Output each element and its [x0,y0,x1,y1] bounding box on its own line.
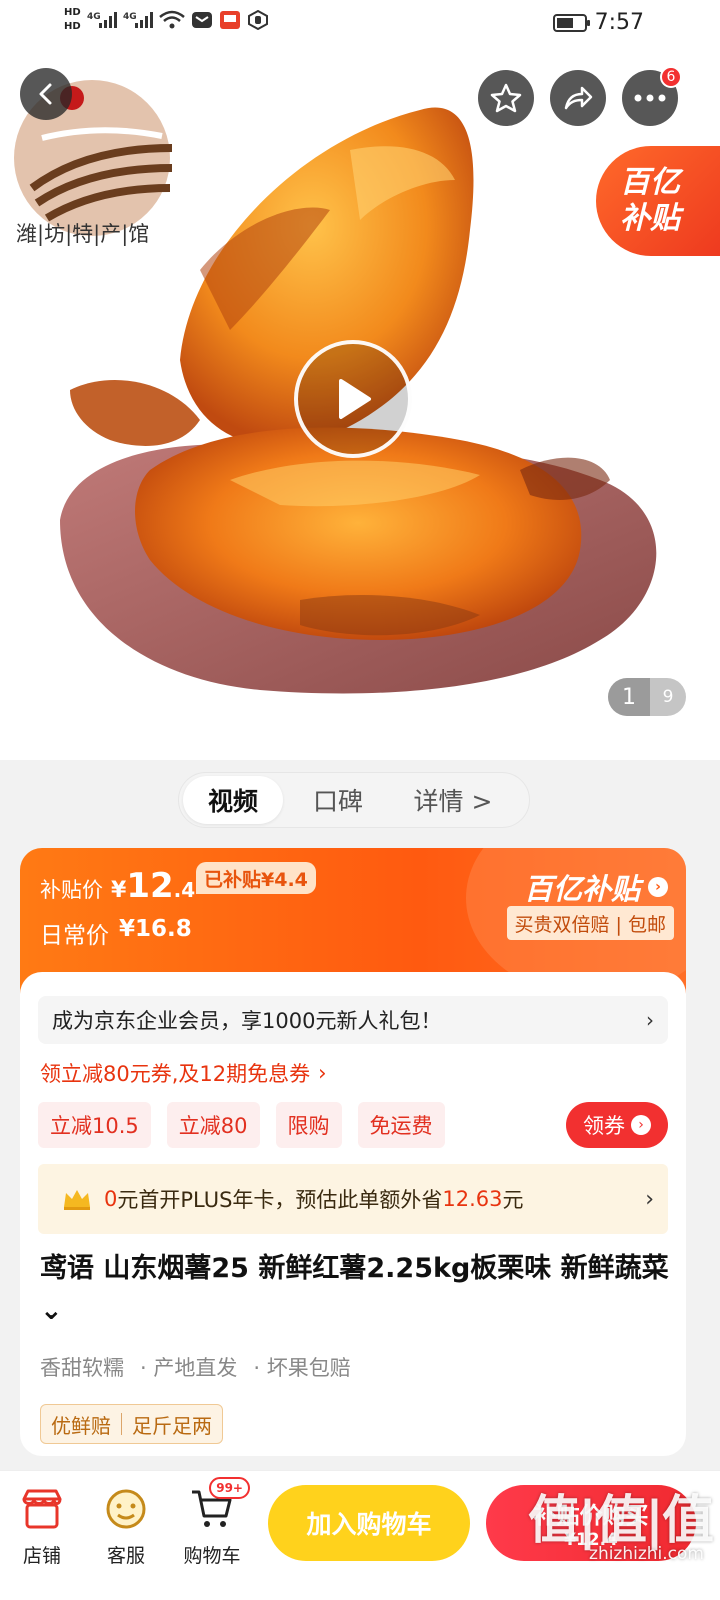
video-play-button[interactable] [294,340,412,458]
hd-label-2: HD [64,21,81,32]
regular-price-label: 日常价 [40,923,109,949]
promo-tag: 限购 [275,1102,342,1148]
shop-button[interactable]: 店铺 [6,1485,78,1568]
chevron-right-icon: › [631,1115,651,1135]
product-features: 香甜软糯 · 产地直发 · 坏果包赔 [40,1352,351,1382]
store-icon [18,1485,66,1533]
plus-prefix: 0 [104,1187,118,1211]
chevron-right-icon: › [645,1186,654,1212]
star-icon [490,83,522,113]
regular-price-value: ¥16.8 [119,916,192,942]
subsidy-tag-line1: 百亿 [620,165,680,200]
subsidy-price-label: 补贴价 [40,878,103,902]
image-counter: 1 9 [608,678,686,716]
tab-reviews[interactable]: 口碑 [283,776,393,824]
cart-label: 购物车 [183,1545,241,1567]
regular-price: 日常价 ¥16.8 [40,916,192,950]
status-bar-left: HD HD 4G 4G [64,6,269,34]
service-label: 客服 [106,1545,145,1567]
network-label-1: 4G [87,12,101,22]
share-button[interactable] [550,70,606,126]
product-gallery[interactable]: HD HD 4G 4G 7:57 潍|坊|特|产|馆 6 百亿 补贴 1 9 [0,0,720,760]
share-arrow-icon [564,86,593,110]
watermark: 值|值|值 [528,1491,714,1551]
add-to-cart-button[interactable]: 加入购物车 [268,1485,470,1561]
currency-symbol: ¥ [111,878,127,903]
promo-tag: 立减80 [166,1102,260,1148]
hd-indicator: HD HD [64,6,81,34]
chevron-left-icon [39,83,52,105]
more-dots-icon [634,94,666,102]
tab-video[interactable]: 视频 [183,776,283,824]
app-notification-icon [247,9,269,31]
shopping-cart-icon: 99+ [188,1477,250,1533]
customer-service-button[interactable]: 客服 [90,1485,162,1568]
chevron-right-icon: › [648,877,668,897]
promo-tag: 立减10.5 [38,1102,151,1148]
plus-membership-banner[interactable]: 0 元首开PLUS年卡，预估此单额外省 12.63 元 › [38,1164,668,1234]
product-info-card: 成为京东企业会员，享1000元新人礼包！ › 领立减80元券,及12期免息券 ›… [20,972,686,1456]
member-banner-text: 成为京东企业会员，享1000元新人礼包！ [52,1009,442,1033]
coupon-link[interactable]: 领立减80元券,及12期免息券 › [40,1058,327,1088]
taobao-notification-icon [219,9,241,31]
assurance-fresh: 优鲜赔 [51,1413,111,1438]
cart-button[interactable]: 99+ 购物车 [176,1477,250,1568]
store-logo-text: 潍|坊|特|产|馆 [16,222,150,246]
back-button[interactable] [20,68,72,120]
image-counter-total: 9 [662,687,674,707]
more-badge: 6 [660,66,682,88]
feature-item: · 产地直发 [140,1356,238,1380]
image-counter-current: 1 [608,678,650,716]
assurance-badge[interactable]: 优鲜赔 足斤足两 [40,1404,223,1444]
network-label-2: 4G [123,12,137,22]
subsidized-amount-badge: 已补贴¥4.4 [196,862,316,894]
subsidy-price: 补贴价 ¥ 12 .4 [40,866,195,906]
chevron-right-icon: › [318,1061,327,1085]
more-button[interactable]: 6 [622,66,682,126]
chevron-right-icon: › [646,1008,654,1032]
shop-label: 店铺 [22,1545,61,1567]
price-integer: 12 [126,866,174,906]
assurance-weight: 足斤足两 [132,1413,212,1438]
content-tabs: 视频 口碑 详情 > [178,772,530,828]
plus-amount: 12.63 [442,1187,503,1211]
enterprise-member-banner[interactable]: 成为京东企业会员，享1000元新人礼包！ › [38,996,668,1044]
promo-tag: 免运费 [357,1102,445,1148]
coupon-link-text: 领立减80元券,及12期免息券 [40,1062,311,1086]
watermark-url: zhizhizhi.com [589,1544,704,1564]
clock: 7:57 [594,10,644,35]
subsidy-brand-label: 百亿补贴 [523,872,640,906]
price-decimal: .4 [173,878,196,902]
status-bar: HD HD 4G 4G 7:57 [0,0,720,50]
play-icon [339,379,371,419]
favorite-button[interactable] [478,70,534,126]
get-coupon-button[interactable]: 领券 › [566,1102,668,1148]
guarantee-badge: 买贵双倍赔 | 包邮 [506,906,674,940]
status-bar-right: 7:57 [552,10,644,35]
plus-suffix: 元 [502,1188,524,1212]
battery-icon [552,13,590,32]
product-title[interactable]: 鸢语 山东烟薯25 新鲜红薯2.25kg板栗味 新鲜蔬菜 ⌄ [40,1248,670,1332]
wifi-icon [158,9,185,31]
get-coupon-label: 领券 [583,1114,625,1138]
signal-icon-2: 4G [123,9,153,31]
tab-details[interactable]: 详情 > [393,776,513,824]
plus-text: 元首开PLUS年卡，预估此单额外省 [117,1188,443,1212]
promo-tags: 立减10.5 立减80 限购 免运费 [38,1102,445,1148]
product-page: HD HD 4G 4G 7:57 潍|坊|特|产|馆 6 百亿 补贴 1 9 视… [0,0,720,1600]
crown-icon [64,1190,90,1210]
subsidy-brand-link[interactable]: 百亿补贴 › [524,866,668,908]
customer-service-icon [102,1485,150,1533]
subsidy-tag-line2: 补贴 [620,201,680,236]
mail-notification-icon [191,9,213,31]
feature-item: · 坏果包赔 [253,1356,351,1380]
feature-item: 香甜软糯 [40,1356,124,1380]
cart-count-badge: 99+ [209,1477,250,1499]
hd-label-1: HD [64,7,81,18]
signal-icon: 4G [87,9,117,31]
subsidy-tag: 百亿 补贴 [596,146,720,256]
